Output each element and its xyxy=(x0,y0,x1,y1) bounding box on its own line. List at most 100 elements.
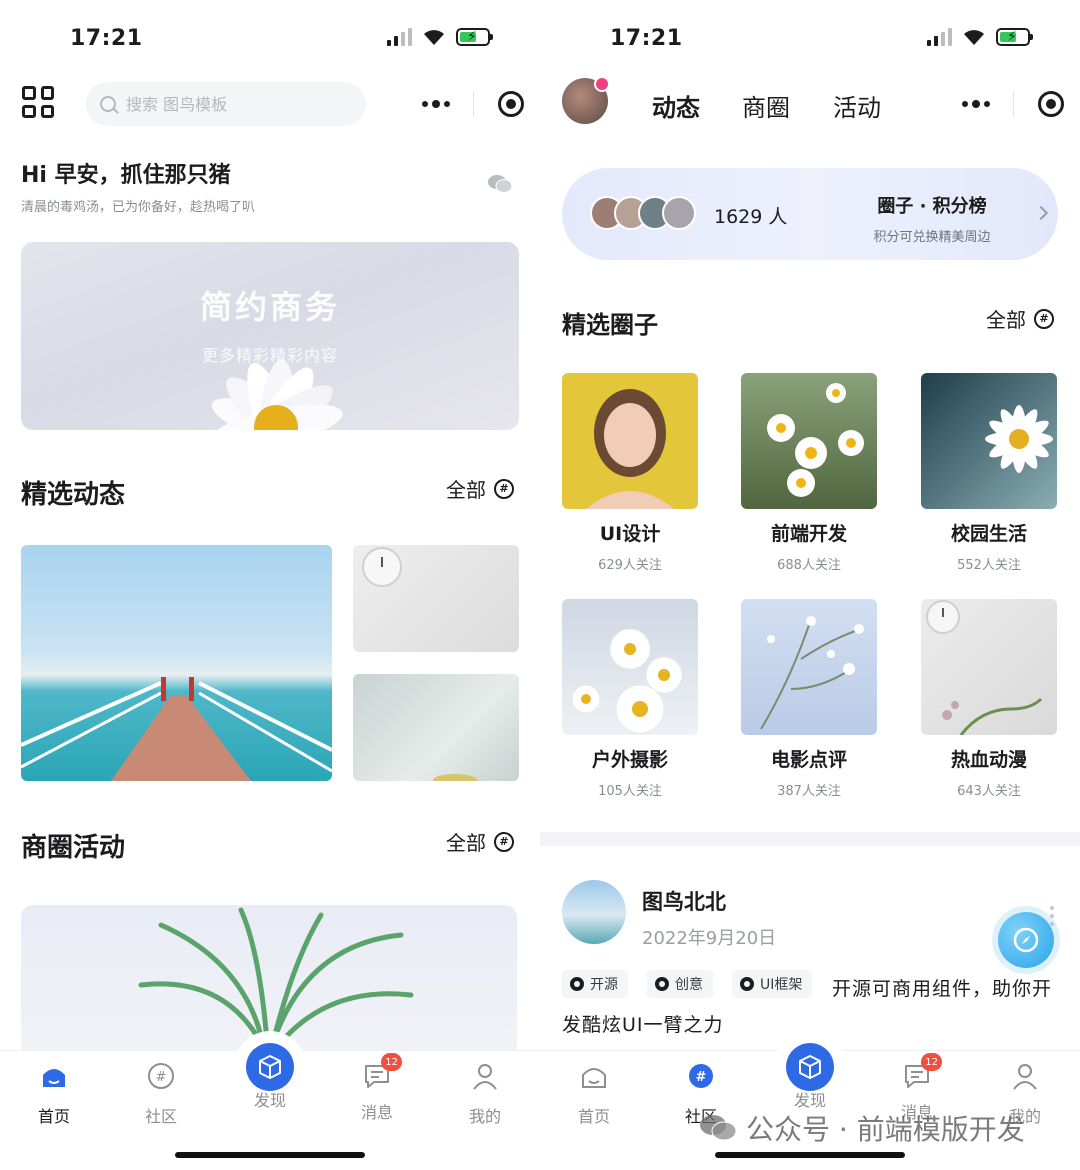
post-text-line: 发酷炫UI一臂之力 xyxy=(562,1014,724,1036)
home-icon xyxy=(582,1068,606,1088)
daisy-image xyxy=(209,359,343,430)
activities-more-link[interactable]: 全部 # xyxy=(446,827,514,856)
miniprogram-capsule xyxy=(410,80,536,128)
featured-photo-shadow[interactable] xyxy=(353,674,519,781)
user-avatar[interactable] xyxy=(562,76,610,124)
home-indicator xyxy=(175,1152,365,1158)
battery-icon: ⚡ xyxy=(456,28,493,46)
circle-name: 前端开发 xyxy=(770,523,847,545)
tag-creative[interactable]: 创意 xyxy=(647,970,713,998)
daisies-image xyxy=(767,383,864,497)
hash-icon: # xyxy=(494,831,514,852)
post-author-avatar[interactable] xyxy=(562,880,626,944)
clock-plant-image xyxy=(926,600,1043,735)
member-count: 1629 人 xyxy=(714,206,788,228)
tab-label: 首页 xyxy=(577,1107,610,1126)
tag-label: 开源 xyxy=(590,977,618,993)
circle-name: 电影点评 xyxy=(770,749,847,771)
watermark-text: 公众号 · 前端模版开发 xyxy=(746,1113,1025,1146)
banner[interactable]: 简约商务 更多精彩精彩内容 xyxy=(21,242,519,430)
circle-followers: 629人关注 xyxy=(598,558,662,573)
chevron-right-icon xyxy=(1033,205,1049,221)
tab-profile[interactable]: 我的 xyxy=(440,1061,530,1127)
search-icon xyxy=(100,96,116,112)
featured-title: 精选动态 xyxy=(21,480,126,510)
avatar xyxy=(662,196,696,230)
featured-photo-pier[interactable] xyxy=(21,545,332,781)
svg-text:#: # xyxy=(156,1070,167,1085)
circle-card-frontend[interactable]: 前端开发 688人关注 xyxy=(741,373,877,573)
post-author-name[interactable]: 图鸟北北 xyxy=(642,886,726,916)
banner-title: 简约商务 xyxy=(199,288,340,326)
tab-activity[interactable]: 活动 xyxy=(833,88,881,123)
battery-icon: ⚡ xyxy=(996,28,1033,46)
featured-photo-clock[interactable] xyxy=(353,545,519,652)
circle-image xyxy=(921,373,1057,509)
circle-image xyxy=(562,599,698,735)
home-icon xyxy=(43,1069,65,1087)
close-target-icon[interactable] xyxy=(1038,91,1065,117)
daisies-image xyxy=(571,628,683,734)
close-target-icon[interactable] xyxy=(498,91,525,117)
leaderboard-title: 圈子 · 积分榜 xyxy=(877,196,987,217)
tab-community[interactable]: # 社区 xyxy=(116,1061,206,1127)
status-icons: ⚡ xyxy=(387,28,493,46)
circle-card-movie[interactable]: 电影点评 387人关注 xyxy=(741,599,877,799)
tab-home[interactable]: 首页 xyxy=(9,1061,99,1127)
home-screen: 17:21 ⚡ Hi 早安，抓住那只猪 清晨的毒鸡汤，已为你备好，趁热喝了叭 xyxy=(0,0,540,1170)
daisy-image xyxy=(985,405,1053,473)
cube-icon xyxy=(259,1055,281,1079)
wechat-logo-icon xyxy=(700,1115,737,1141)
circle-followers: 387人关注 xyxy=(777,784,841,799)
tab-business[interactable]: 商圈 xyxy=(742,88,790,123)
tab-label: 首页 xyxy=(37,1107,70,1126)
tag-icon xyxy=(570,977,584,991)
circle-card-ui-design[interactable]: UI设计 629人关注 xyxy=(562,373,698,573)
tag-label: 创意 xyxy=(675,977,703,993)
discover-fab[interactable] xyxy=(786,1043,834,1091)
banner-subtitle: 更多精彩精彩内容 xyxy=(201,346,338,365)
community-screen: 17:21 ⚡ 动态 商圈 活动 1629 人 圈子 · 积分榜 积分可兑换精美… xyxy=(540,0,1080,1170)
tab-discover-label[interactable]: 发现 xyxy=(225,1087,315,1111)
greeting-subtitle: 清晨的毒鸡汤，已为你备好，趁热喝了叭 xyxy=(21,200,256,215)
discover-fab[interactable] xyxy=(246,1043,294,1091)
circle-image xyxy=(921,599,1057,735)
leaderboard-card[interactable]: 1629 人 圈子 · 积分榜 积分可兑换精美周边 xyxy=(562,168,1058,260)
more-label: 全部 xyxy=(986,308,1026,332)
more-icon[interactable] xyxy=(961,100,990,108)
circle-image xyxy=(741,599,877,735)
status-time: 17:21 xyxy=(70,26,143,51)
post-more-icon[interactable] xyxy=(1050,906,1054,926)
compass-icon[interactable] xyxy=(998,912,1054,968)
greeting-title: Hi 早安，抓住那只猪 xyxy=(21,163,231,188)
community-icon: # xyxy=(148,1063,174,1089)
circles-more-link[interactable]: 全部 # xyxy=(986,304,1054,333)
activities-title: 商圈活动 xyxy=(21,833,126,863)
more-icon[interactable] xyxy=(421,100,450,108)
featured-more-link[interactable]: 全部 # xyxy=(446,474,514,503)
circle-image xyxy=(562,373,698,509)
circle-card-anime[interactable]: 热血动漫 643人关注 xyxy=(921,599,1057,799)
circle-name: 户外摄影 xyxy=(591,749,668,771)
wechat-icon[interactable] xyxy=(487,174,513,194)
circle-card-campus[interactable]: 校园生活 552人关注 xyxy=(921,373,1057,573)
post-date: 2022年9月20日 xyxy=(642,928,777,949)
tab-feed[interactable]: 动态 xyxy=(652,88,700,123)
pier-image xyxy=(21,677,332,781)
message-badge: 12 xyxy=(381,1053,402,1071)
tab-messages[interactable]: 12 消息 xyxy=(332,1053,422,1123)
tag-ui-framework[interactable]: UI框架 xyxy=(732,970,813,998)
capsule-divider xyxy=(473,91,475,117)
post-text-line: 开源可商用组件，助你开 xyxy=(832,978,1053,1000)
member-avatars xyxy=(590,196,696,230)
category-grid-icon[interactable] xyxy=(22,86,54,118)
circle-name: 校园生活 xyxy=(950,523,1027,545)
community-icon: # xyxy=(689,1064,713,1088)
search-input[interactable] xyxy=(126,94,326,114)
message-icon: 12 xyxy=(902,1053,942,1091)
tab-home[interactable]: 首页 xyxy=(549,1061,639,1127)
circle-card-outdoor[interactable]: 户外摄影 105人关注 xyxy=(562,599,698,799)
search-bar[interactable] xyxy=(86,82,366,126)
tag-opensource[interactable]: 开源 xyxy=(562,970,628,998)
tab-label: 我的 xyxy=(468,1107,501,1126)
